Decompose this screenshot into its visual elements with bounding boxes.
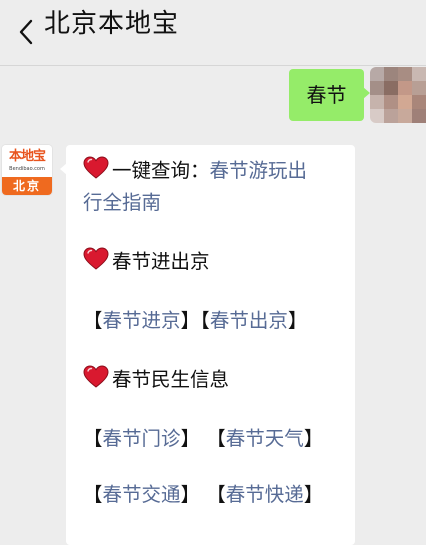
- chat-title: 北京本地宝: [44, 9, 180, 39]
- bracket-open: 【: [206, 483, 226, 506]
- section-title-services: 春节民生信息: [83, 365, 229, 395]
- link-transport[interactable]: 春节交通: [103, 483, 181, 506]
- bracket-close: 】: [180, 427, 201, 450]
- heart-icon: [83, 156, 109, 179]
- quick-query-line: 一键查询：春节游玩出: [83, 156, 307, 186]
- logo-subtext: Bendibao.com: [9, 166, 45, 172]
- heart-icon: [83, 365, 109, 388]
- avatar-logo: 本地宝 Bendibao.com: [2, 145, 52, 177]
- quick-query-label: 一键查询：: [112, 159, 210, 182]
- services-links-row-1: 【春节门诊】 【春节天气】: [83, 424, 323, 454]
- section-title-travel: 春节进出京: [83, 247, 210, 277]
- incoming-message-bubble: 一键查询：春节游玩出 行全指南 春节进出京 【春节进京】【春节出京】 春节民生信…: [60, 145, 355, 545]
- link-express-delivery[interactable]: 春节快递: [226, 483, 304, 506]
- chat-header: 北京本地宝: [0, 0, 426, 66]
- link-weather[interactable]: 春节天气: [226, 427, 304, 450]
- link-enter-beijing[interactable]: 春节进京: [103, 309, 181, 332]
- bracket-close: 】: [303, 483, 324, 506]
- bracket-open: 【: [83, 309, 103, 332]
- bracket-close: 】: [180, 309, 201, 332]
- travel-links-row: 【春节进京】【春节出京】: [83, 306, 307, 336]
- logo-city: 北京: [2, 177, 52, 195]
- bracket-open: 【: [200, 309, 210, 332]
- bracket-open: 【: [83, 483, 103, 506]
- heart-icon: [83, 247, 109, 270]
- bracket-close: 】: [303, 427, 324, 450]
- section-title-text: 春节民生信息: [112, 368, 230, 391]
- link-clinic[interactable]: 春节门诊: [103, 427, 181, 450]
- section-title-text: 春节进出京: [112, 250, 210, 273]
- bracket-close: 】: [287, 309, 308, 332]
- spring-festival-guide-link-cont[interactable]: 行全指南: [83, 191, 161, 214]
- bracket-open: 【: [83, 427, 103, 450]
- outgoing-message-bubble[interactable]: 春节: [289, 69, 370, 121]
- logo-text: 本地宝: [8, 149, 46, 164]
- guide-link-continuation: 行全指南: [83, 188, 161, 218]
- link-leave-beijing[interactable]: 春节出京: [210, 309, 288, 332]
- bracket-close: 】: [180, 483, 201, 506]
- bracket-open: 【: [206, 427, 226, 450]
- chevron-left-icon[interactable]: [12, 14, 40, 50]
- bendibao-avatar[interactable]: 本地宝 Bendibao.com 北京: [2, 145, 52, 195]
- services-links-row-2: 【春节交通】 【春节快递】: [83, 480, 323, 510]
- spring-festival-guide-link[interactable]: 春节游玩出: [210, 159, 308, 182]
- user-avatar[interactable]: [370, 67, 426, 123]
